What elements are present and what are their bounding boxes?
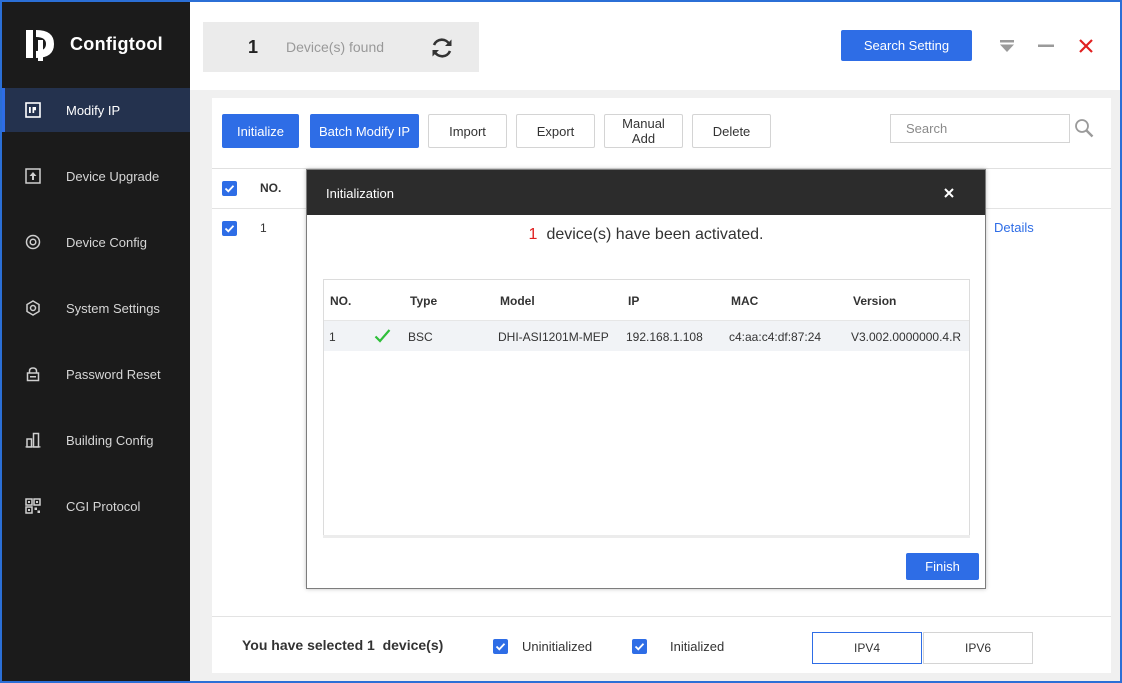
devices-found-count: 1 — [248, 36, 259, 57]
activated-count: 1 — [528, 226, 538, 243]
sidebar-item-device-upgrade[interactable]: Device Upgrade — [2, 154, 190, 198]
refresh-icon[interactable] — [429, 35, 455, 61]
qr-icon — [24, 497, 42, 515]
initialized-checkbox[interactable] — [632, 639, 647, 654]
finish-button[interactable]: Finish — [906, 553, 979, 580]
sidebar-item-label: Password Reset — [66, 366, 161, 382]
sidebar-item-label: System Settings — [66, 300, 160, 316]
search-setting-button[interactable]: Search Setting — [841, 30, 972, 61]
checkmark-icon — [634, 643, 645, 651]
column-header-mac: MAC — [731, 294, 759, 308]
sidebar-item-label: Device Upgrade — [66, 168, 160, 184]
result-version: V3.002.0000000.4.R — [851, 330, 962, 344]
brand: Configtool — [24, 26, 163, 62]
sidebar-item-building-config[interactable]: Building Config — [2, 418, 190, 462]
select-all-checkbox[interactable] — [222, 181, 237, 196]
activation-message: 1 device(s) have been activated. — [307, 226, 985, 244]
delete-button[interactable]: Delete — [692, 114, 771, 148]
search-input[interactable] — [890, 114, 1070, 143]
activated-text: device(s) have been activated. — [546, 226, 764, 243]
column-header-model: Model — [500, 294, 535, 308]
column-header-type: Type — [410, 294, 438, 308]
batch-modify-ip-button[interactable]: Batch Modify IP — [310, 114, 419, 148]
initialized-label: Initialized — [670, 639, 725, 654]
result-table: NO. Type Model IP MAC Version 1 BSC DHI-… — [323, 279, 970, 536]
sidebar: Configtool Modify IP Device Upgrade Devi… — [2, 2, 190, 681]
sidebar-nav: Modify IP Device Upgrade Device Config S… — [2, 88, 190, 550]
sidebar-item-label: Modify IP — [66, 102, 121, 118]
sidebar-item-modify-ip[interactable]: Modify IP — [2, 88, 190, 132]
sidebar-item-label: Device Config — [66, 234, 147, 250]
column-header-no: NO. — [260, 181, 282, 195]
toolbar: Initialize Batch Modify IP Import Export… — [212, 98, 1111, 164]
close-icon[interactable] — [1076, 36, 1096, 56]
selected-count-text: You have selected 1 device(s) — [242, 637, 444, 653]
table-row[interactable]: 1 BSC DHI-ASI1201M-MEP 192.168.1.108 c4:… — [324, 321, 969, 351]
sidebar-item-label: Building Config — [66, 432, 154, 448]
upload-icon — [24, 167, 42, 185]
dialog-header: Initialization — [307, 170, 985, 215]
configtool-logo-icon — [26, 30, 54, 61]
dialog-title: Initialization — [326, 186, 394, 201]
result-table-header: NO. Type Model IP MAC Version — [324, 280, 969, 321]
success-check-icon — [374, 329, 391, 343]
import-button[interactable]: Import — [428, 114, 507, 148]
column-header-version: Version — [853, 294, 897, 308]
export-button[interactable]: Export — [516, 114, 595, 148]
sidebar-item-cgi-protocol[interactable]: CGI Protocol — [2, 484, 190, 528]
devices-found-label: Device(s) found — [286, 39, 385, 55]
config-icon — [24, 233, 42, 251]
top-bar: 1 Device(s) found Search Setting — [190, 2, 1120, 90]
ipv4-button[interactable]: IPV4 — [812, 632, 922, 664]
search-icon[interactable] — [1074, 118, 1094, 138]
initialize-button[interactable]: Initialize — [222, 114, 299, 148]
column-header-no: NO. — [330, 294, 352, 308]
dialog-close-icon[interactable] — [941, 185, 957, 201]
initialization-dialog: Initialization 1 device(s) have been acti… — [306, 169, 986, 589]
column-header-ip: IP — [628, 294, 640, 308]
row-number: 1 — [260, 221, 267, 235]
uninitialized-label: Uninitialized — [522, 639, 593, 654]
row-checkbox[interactable] — [222, 221, 237, 236]
result-no: 1 — [329, 330, 336, 344]
app-name: Configtool — [70, 33, 163, 54]
lock-icon — [24, 365, 42, 383]
result-ip: 192.168.1.108 — [626, 330, 703, 344]
sidebar-item-system-settings[interactable]: System Settings — [2, 286, 190, 330]
dropdown-menu-icon[interactable] — [997, 36, 1017, 56]
footer-bar: You have selected 1 device(s) Uninitiali… — [212, 616, 1111, 673]
checkmark-icon — [224, 185, 235, 193]
manual-add-button[interactable]: Manual Add — [604, 114, 683, 148]
building-icon — [24, 431, 42, 449]
result-type: BSC — [408, 330, 433, 344]
checkmark-icon — [224, 225, 235, 233]
uninitialized-checkbox[interactable] — [493, 639, 508, 654]
table-divider — [323, 535, 970, 538]
settings-icon — [24, 299, 42, 317]
result-mac: c4:aa:c4:df:87:24 — [729, 330, 822, 344]
sidebar-item-device-config[interactable]: Device Config — [2, 220, 190, 264]
sidebar-item-password-reset[interactable]: Password Reset — [2, 352, 190, 396]
minimize-icon[interactable] — [1036, 36, 1056, 56]
sidebar-item-label: CGI Protocol — [66, 498, 141, 514]
devices-found-box: 1 Device(s) found — [203, 22, 479, 72]
app-window: Configtool Modify IP Device Upgrade Devi… — [2, 2, 1120, 681]
ip-icon — [24, 101, 42, 119]
result-model: DHI-ASI1201M-MEP — [498, 330, 609, 344]
ipv6-button[interactable]: IPV6 — [923, 632, 1033, 664]
details-link[interactable]: Details — [994, 220, 1034, 235]
checkmark-icon — [495, 643, 506, 651]
